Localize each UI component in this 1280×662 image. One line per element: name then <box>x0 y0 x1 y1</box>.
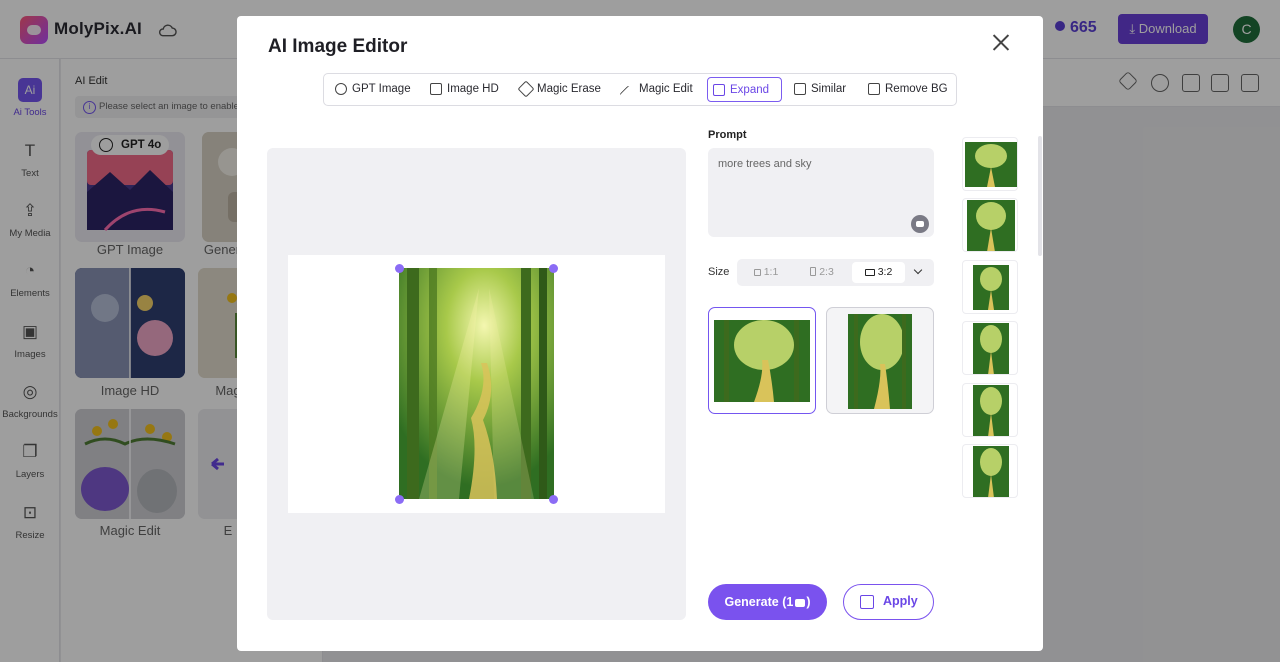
result-portrait-image <box>848 314 912 409</box>
result-landscape-image <box>714 320 810 402</box>
size-option-3-2[interactable]: 3:2 <box>852 262 905 283</box>
resize-handle-top-right[interactable] <box>549 264 558 273</box>
tab-image-hd[interactable]: Image HD <box>425 77 505 102</box>
result-portrait[interactable] <box>826 307 934 414</box>
square-icon <box>753 269 761 276</box>
tab-gpt-image[interactable]: GPT Image <box>330 77 417 102</box>
apply-button[interactable]: Apply <box>843 584 934 620</box>
coin-icon <box>795 599 806 607</box>
hd-icon <box>430 83 442 95</box>
history-thumbnail[interactable] <box>962 321 1018 375</box>
history-thumbnail[interactable] <box>962 260 1018 314</box>
tab-expand[interactable]: Expand <box>707 77 782 102</box>
similar-icon <box>794 83 806 95</box>
tab-remove-bg[interactable]: Remove BG <box>863 77 954 102</box>
portrait-icon <box>810 267 817 276</box>
remove-bg-icon <box>868 83 880 95</box>
resize-handle-bottom-right[interactable] <box>549 495 558 504</box>
history-thumbnail[interactable] <box>962 383 1018 437</box>
tab-magic-erase[interactable]: Magic Erase <box>515 77 607 102</box>
generate-button[interactable]: Generate (1) <box>708 584 827 620</box>
expand-icon <box>713 84 725 96</box>
history-thumbnail[interactable] <box>962 444 1018 498</box>
ai-image-editor-modal: AI Image Editor GPT Image Image HD Magic… <box>237 16 1043 651</box>
size-option-2-3[interactable]: 2:3 <box>797 262 847 283</box>
thumbnail-scrollbar[interactable] <box>1038 136 1042 256</box>
history-thumbnail[interactable] <box>962 198 1018 252</box>
modal-title: AI Image Editor <box>268 36 408 57</box>
size-option-1-1[interactable]: 1:1 <box>741 262 791 283</box>
history-thumbnails <box>962 137 1018 499</box>
apply-icon <box>860 595 874 609</box>
tab-similar[interactable]: Similar <box>789 77 852 102</box>
size-label: Size <box>708 266 730 278</box>
prompt-text: more trees and sky <box>718 158 812 170</box>
landscape-icon <box>864 269 875 276</box>
robot-icon[interactable] <box>911 215 929 233</box>
magic-wand-icon <box>619 85 637 103</box>
tab-magic-edit[interactable]: Magic Edit <box>617 77 699 103</box>
close-icon[interactable] <box>991 33 1011 53</box>
openai-icon <box>335 83 347 95</box>
eraser-icon <box>517 80 535 98</box>
size-selector: 1:1 2:3 3:2 <box>737 259 934 286</box>
resize-handle-bottom-left[interactable] <box>395 495 404 504</box>
forest-image[interactable] <box>399 268 554 499</box>
editor-tabs: GPT Image Image HD Magic Erase Magic Edi… <box>323 73 957 106</box>
prompt-label: Prompt <box>708 129 747 141</box>
resize-handle-top-left[interactable] <box>395 264 404 273</box>
result-landscape[interactable] <box>708 307 816 414</box>
history-thumbnail[interactable] <box>962 137 1018 191</box>
prompt-input[interactable]: more trees and sky <box>708 148 934 237</box>
chevron-down-icon[interactable] <box>913 266 925 278</box>
